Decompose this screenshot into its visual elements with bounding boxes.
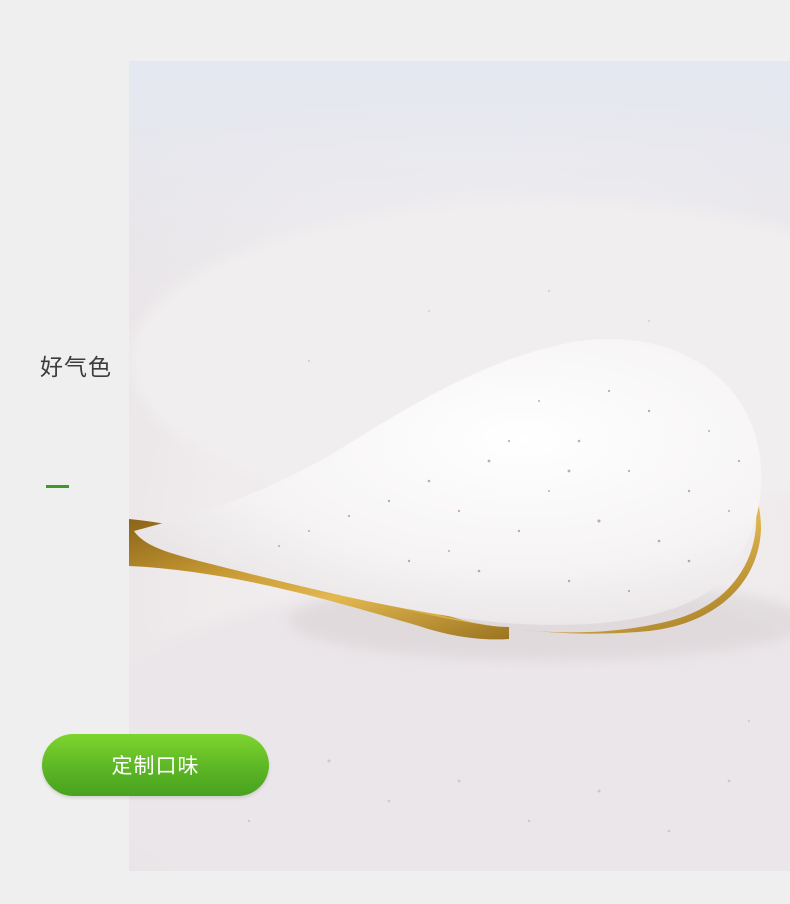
accent-dash <box>46 485 69 488</box>
customize-flavor-label: 定制口味 <box>111 754 200 778</box>
side-title: 好气色 <box>40 355 112 381</box>
customize-flavor-button[interactable]: 定制口味 <box>42 734 269 796</box>
